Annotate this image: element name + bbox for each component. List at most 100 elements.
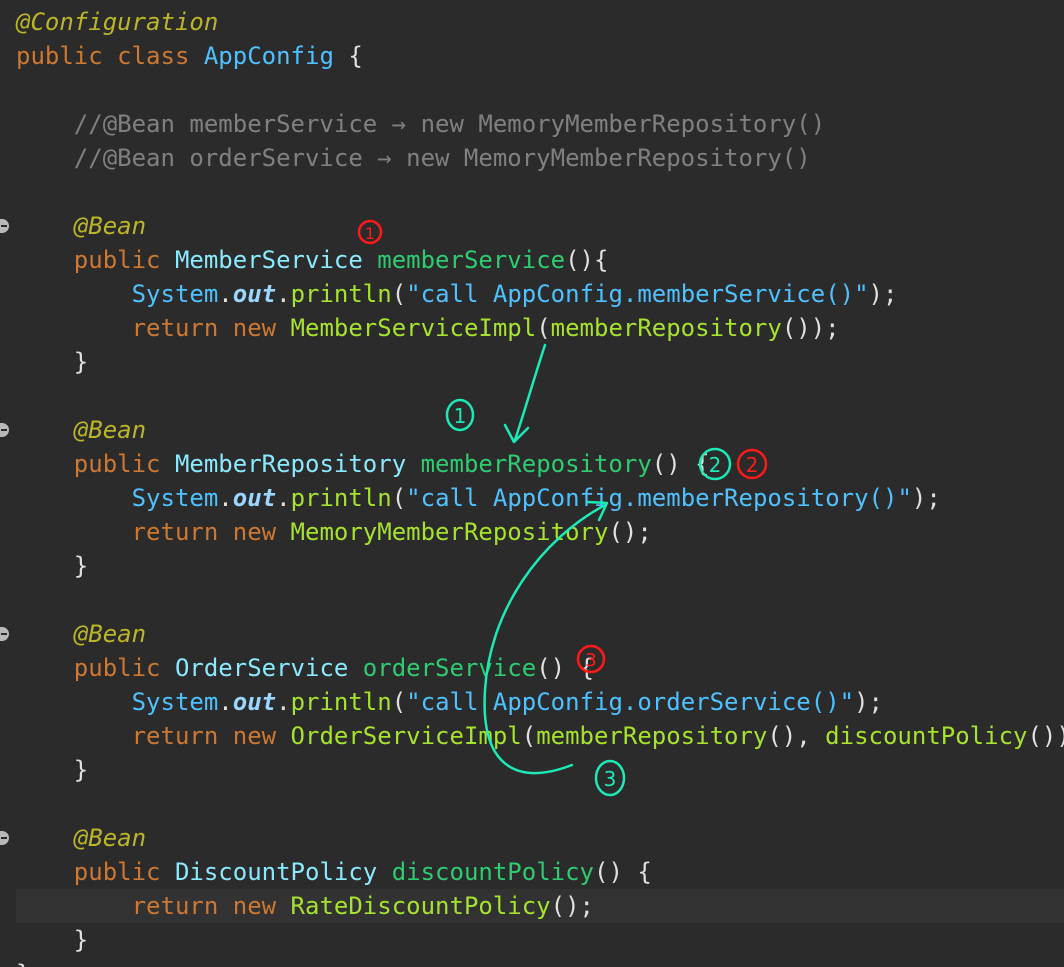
- code-line[interactable]: //@Bean orderService → new MemoryMemberR…: [16, 141, 811, 175]
- svg-text:2: 2: [709, 453, 722, 477]
- code-token: public: [16, 246, 175, 274]
- code-token: }: [16, 348, 89, 376]
- code-token: RateDiscountPolicy: [290, 892, 551, 920]
- code-editor[interactable]: @Configuration public class AppConfig { /…: [0, 0, 1064, 967]
- code-token: () {: [651, 450, 710, 478]
- code-token: System: [131, 484, 219, 512]
- code-token: OrderServiceImpl: [290, 722, 522, 750]
- green-mark-1: 1: [445, 398, 475, 432]
- code-token: return new: [16, 722, 291, 750]
- code-token: out: [232, 280, 277, 308]
- code-token: (){: [565, 246, 609, 274]
- arrow-1: [513, 343, 547, 442]
- code-token: MemberService: [174, 246, 363, 274]
- code-line[interactable]: @Bean: [16, 821, 146, 855]
- code-line[interactable]: public OrderService orderService() {: [16, 651, 594, 685]
- fold-marker-icon[interactable]: [0, 423, 9, 437]
- code-token: }: [16, 960, 30, 967]
- code-line[interactable]: }: [16, 957, 30, 967]
- code-token: @Bean: [16, 416, 147, 444]
- code-token: (: [391, 688, 407, 716]
- code-token: MemberServiceImpl: [290, 314, 537, 342]
- code-token: println: [290, 280, 392, 308]
- code-line[interactable]: public MemberService memberService(){: [16, 243, 609, 277]
- code-token: memberService: [377, 246, 566, 274]
- code-token: .: [218, 688, 233, 716]
- code-line[interactable]: return new MemberServiceImpl(memberRepos…: [16, 311, 840, 345]
- code-token: (: [391, 280, 407, 308]
- code-line[interactable]: //@Bean memberService → new MemoryMember…: [16, 107, 825, 141]
- code-token: AppConfig: [203, 42, 334, 70]
- code-token: ());: [781, 314, 840, 342]
- code-line[interactable]: public class AppConfig {: [16, 39, 363, 73]
- code-token: .: [276, 484, 291, 512]
- code-token: public: [16, 450, 175, 478]
- code-token: (: [536, 314, 551, 342]
- code-token: public: [16, 654, 175, 682]
- code-line[interactable]: }: [16, 923, 88, 957]
- code-line[interactable]: @Bean: [16, 413, 146, 447]
- code-token: MemoryMemberRepository: [290, 518, 609, 546]
- code-token: discountPolicy: [391, 858, 594, 886]
- code-token: () {: [594, 858, 652, 886]
- code-token: ();: [608, 518, 652, 546]
- code-token: return new: [16, 892, 291, 920]
- code-line[interactable]: @Bean: [16, 209, 146, 243]
- green-mark-3: 3: [594, 759, 626, 797]
- code-token: public: [16, 858, 175, 886]
- code-token: "call AppConfig.memberService()": [406, 280, 869, 308]
- code-token: @Bean: [16, 212, 147, 240]
- fold-marker-icon[interactable]: [0, 627, 9, 641]
- code-token: return new: [16, 518, 291, 546]
- code-token: .: [276, 688, 291, 716]
- code-token: return new: [16, 314, 291, 342]
- code-token: }: [16, 756, 89, 784]
- code-token: discountPolicy: [825, 722, 1028, 750]
- code-line[interactable]: }: [16, 549, 88, 583]
- code-token: "call AppConfig.orderService()": [406, 688, 855, 716]
- code-token: out: [232, 688, 277, 716]
- code-line[interactable]: }: [16, 345, 88, 379]
- code-token: .: [218, 484, 233, 512]
- code-token: memberRepository: [536, 722, 768, 750]
- code-token: {: [333, 42, 363, 70]
- code-token: out: [232, 484, 277, 512]
- code-line[interactable]: @Bean: [16, 617, 146, 651]
- code-line[interactable]: System.out.println("call AppConfig.order…: [16, 685, 883, 719]
- code-token: () {: [536, 654, 594, 682]
- code-token: (: [391, 484, 407, 512]
- code-token: memberRepository: [550, 314, 782, 342]
- code-token: println: [290, 484, 392, 512]
- code-token: @Bean: [16, 620, 147, 648]
- code-token: .: [218, 280, 233, 308]
- code-token: .: [276, 280, 291, 308]
- code-line[interactable]: return new MemoryMemberRepository();: [16, 515, 652, 549]
- code-line[interactable]: @Configuration: [16, 5, 218, 39]
- code-line[interactable]: System.out.println("call AppConfig.membe…: [16, 277, 898, 311]
- svg-text:3: 3: [604, 767, 617, 791]
- fold-marker-icon[interactable]: [0, 219, 9, 233]
- code-token: //@Bean orderService → new MemoryMemberR…: [16, 144, 811, 172]
- code-line[interactable]: public MemberRepository memberRepository…: [16, 447, 710, 481]
- code-token: public class: [16, 42, 204, 70]
- code-line[interactable]: System.out.println("call AppConfig.membe…: [16, 481, 941, 515]
- code-token: DiscountPolicy: [174, 858, 378, 886]
- code-line[interactable]: }: [16, 753, 88, 787]
- red-mark-2: 2: [736, 448, 768, 480]
- fold-marker-icon[interactable]: [0, 831, 9, 845]
- code-token: (: [521, 722, 537, 750]
- code-token: );: [868, 280, 898, 308]
- code-token: }: [16, 552, 89, 580]
- arrow-1-head: [503, 423, 530, 444]
- code-line[interactable]: public DiscountPolicy discountPolicy() {: [16, 855, 652, 889]
- code-line[interactable]: return new OrderServiceImpl(memberReposi…: [16, 719, 1064, 753]
- code-line[interactable]: return new RateDiscountPolicy();: [16, 889, 1064, 923]
- code-token: ();: [550, 892, 594, 920]
- code-token: println: [290, 688, 392, 716]
- code-token: System: [131, 280, 219, 308]
